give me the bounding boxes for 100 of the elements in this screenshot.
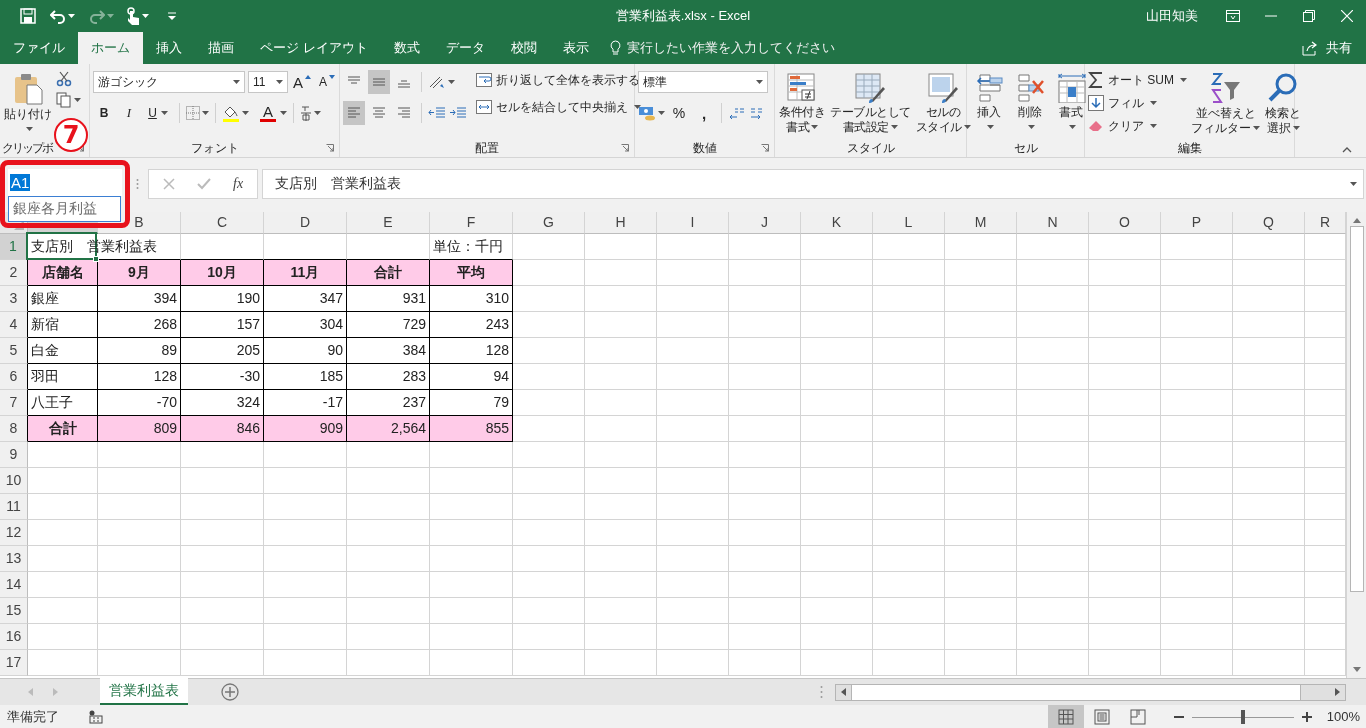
table-cell[interactable]	[1017, 234, 1089, 260]
table-cell[interactable]	[585, 286, 657, 312]
table-cell[interactable]	[1089, 390, 1161, 416]
table-cell[interactable]: 809	[98, 416, 181, 442]
table-cell[interactable]	[1017, 286, 1089, 312]
table-cell[interactable]	[98, 442, 181, 468]
table-cell[interactable]	[98, 494, 181, 520]
table-cell[interactable]	[945, 494, 1017, 520]
table-cell[interactable]	[1161, 494, 1233, 520]
collapse-ribbon-icon[interactable]	[1342, 147, 1352, 153]
number-format-dropdown[interactable]: 標準	[638, 71, 768, 93]
table-cell[interactable]	[1161, 312, 1233, 338]
table-cell[interactable]	[657, 338, 729, 364]
table-cell[interactable]	[264, 442, 347, 468]
table-cell[interactable]	[585, 260, 657, 286]
table-cell[interactable]	[945, 598, 1017, 624]
table-cell[interactable]	[430, 520, 513, 546]
table-cell[interactable]	[945, 572, 1017, 598]
touch-mode-icon[interactable]	[126, 7, 140, 25]
table-cell[interactable]	[657, 494, 729, 520]
table-cell[interactable]	[729, 650, 801, 676]
table-cell[interactable]	[585, 390, 657, 416]
table-cell[interactable]	[801, 494, 873, 520]
currency-icon[interactable]	[638, 105, 656, 121]
table-cell[interactable]: 729	[347, 312, 430, 338]
table-cell[interactable]	[1017, 416, 1089, 442]
ribbon-tab[interactable]: 挿入	[143, 32, 195, 64]
column-header[interactable]: J	[729, 212, 801, 234]
table-cell[interactable]	[729, 364, 801, 390]
table-cell[interactable]	[181, 546, 264, 572]
table-cell[interactable]	[585, 416, 657, 442]
table-cell[interactable]: 283	[347, 364, 430, 390]
table-cell[interactable]	[264, 546, 347, 572]
font-size-dropdown[interactable]: 11	[248, 71, 288, 93]
column-header[interactable]: C	[181, 212, 264, 234]
table-cell[interactable]	[873, 572, 945, 598]
table-cell[interactable]	[430, 494, 513, 520]
table-cell[interactable]	[430, 598, 513, 624]
table-cell[interactable]	[1161, 338, 1233, 364]
table-cell[interactable]	[1089, 494, 1161, 520]
table-cell[interactable]	[1161, 416, 1233, 442]
percent-button[interactable]: %	[668, 101, 690, 125]
table-cell[interactable]	[1089, 650, 1161, 676]
column-header[interactable]: M	[945, 212, 1017, 234]
column-header[interactable]: R	[1305, 212, 1346, 234]
vertical-align-button[interactable]	[368, 70, 390, 94]
table-cell[interactable]: 304	[264, 312, 347, 338]
table-cell[interactable]	[1233, 650, 1305, 676]
table-cell[interactable]: 347	[264, 286, 347, 312]
table-cell[interactable]	[873, 234, 945, 260]
table-cell[interactable]	[1161, 598, 1233, 624]
table-cell[interactable]	[1017, 546, 1089, 572]
table-cell[interactable]	[513, 260, 585, 286]
launcher-icon[interactable]	[326, 144, 334, 152]
table-cell[interactable]	[585, 598, 657, 624]
table-cell[interactable]	[1233, 260, 1305, 286]
ribbon-tab[interactable]: ページ レイアウト	[247, 32, 381, 64]
table-cell[interactable]	[28, 442, 98, 468]
scroll-thumb[interactable]	[851, 684, 1301, 700]
table-cell[interactable]	[513, 468, 585, 494]
table-cell[interactable]	[729, 598, 801, 624]
table-cell[interactable]	[657, 260, 729, 286]
table-cell[interactable]	[1233, 338, 1305, 364]
table-cell[interactable]: 205	[181, 338, 264, 364]
underline-button[interactable]: U	[143, 101, 173, 125]
table-cell[interactable]	[264, 650, 347, 676]
table-cell[interactable]	[1017, 364, 1089, 390]
view-button[interactable]	[1048, 705, 1084, 728]
split-handle-icon[interactable]	[820, 685, 823, 699]
table-cell[interactable]	[945, 364, 1017, 390]
table-cell[interactable]	[513, 520, 585, 546]
table-cell[interactable]	[873, 546, 945, 572]
find-select-button[interactable]: 検索と 選択	[1264, 69, 1302, 139]
table-cell[interactable]	[430, 442, 513, 468]
table-cell[interactable]	[873, 286, 945, 312]
table-cell[interactable]	[945, 338, 1017, 364]
table-cell[interactable]	[729, 468, 801, 494]
table-cell[interactable]	[657, 624, 729, 650]
table-cell[interactable]	[28, 468, 98, 494]
table-cell[interactable]	[729, 624, 801, 650]
table-cell[interactable]	[28, 546, 98, 572]
table-cell[interactable]	[1089, 572, 1161, 598]
table-cell[interactable]	[1161, 650, 1233, 676]
table-cell[interactable]	[729, 286, 801, 312]
scroll-thumb[interactable]	[1349, 226, 1364, 592]
table-cell[interactable]: 846	[181, 416, 264, 442]
table-cell[interactable]	[729, 442, 801, 468]
table-cell[interactable]	[1161, 468, 1233, 494]
column-header[interactable]: D	[264, 212, 347, 234]
table-cell[interactable]	[657, 598, 729, 624]
increase-indent-icon[interactable]	[449, 105, 467, 121]
table-cell[interactable]	[945, 520, 1017, 546]
table-cell[interactable]: 128	[430, 338, 513, 364]
table-cell[interactable]	[98, 468, 181, 494]
table-cell[interactable]	[1089, 546, 1161, 572]
table-cell[interactable]	[801, 234, 873, 260]
table-cell[interactable]	[801, 364, 873, 390]
column-header[interactable]: I	[657, 212, 729, 234]
table-cell[interactable]	[585, 364, 657, 390]
table-cell[interactable]	[585, 494, 657, 520]
